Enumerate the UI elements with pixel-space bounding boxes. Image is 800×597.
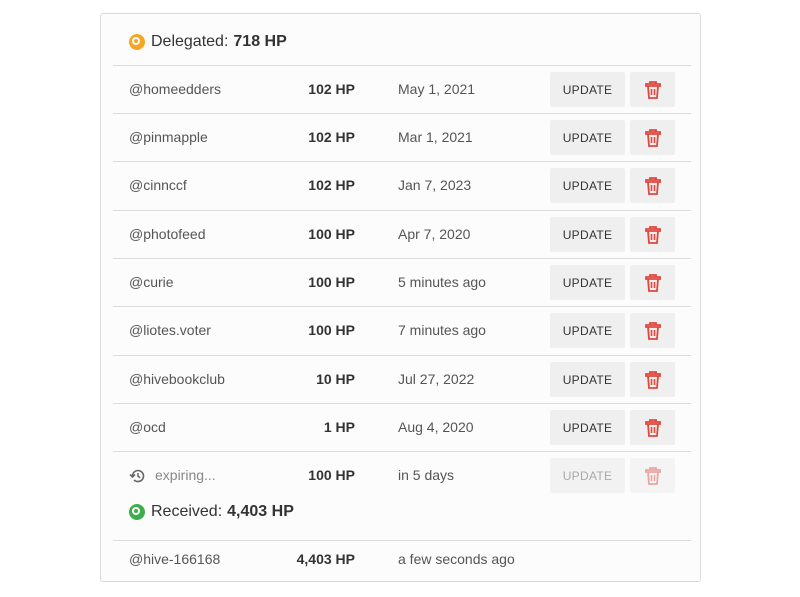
delegation-amount: 100 HP [308,467,355,483]
delegation-amount: 1 HP [323,419,355,435]
delegation-row: @cinnccf 102 HP Jan 7, 2023 UPDATE [113,161,691,209]
delegated-title: Delegated: [151,33,229,50]
expiring-delegation-row: expiring... 100 HP in 5 days UPDATE [113,451,691,499]
delegation-amount: 102 HP [308,129,355,145]
delegation-row: @ocd 1 HP Aug 4, 2020 UPDATE [113,403,691,451]
delegation-date: May 1, 2021 [398,81,476,97]
delegation-row: @homeedders 102 HP May 1, 2021 UPDATE [113,65,691,113]
delegatee-name[interactable]: @hivebookclub [129,356,225,403]
delegation-date: Jan 7, 2023 [398,177,472,193]
trash-icon [644,321,661,340]
delete-button[interactable] [630,72,675,107]
delegation-row: @photofeed 100 HP Apr 7, 2020 UPDATE [113,210,691,258]
delete-button[interactable] [630,168,675,203]
trash-icon [644,273,661,292]
delegatee-name[interactable]: @photofeed [129,211,206,258]
delegation-date: Jul 27, 2022 [398,371,475,387]
delegation-row: @curie 100 HP 5 minutes ago UPDATE [113,258,691,306]
received-total: 4,403 HP [227,503,294,520]
received-ring-icon [129,504,145,520]
delegated-header: Delegated: 718 HP [129,30,287,54]
delete-button[interactable] [630,313,675,348]
delegatee-name[interactable]: @cinnccf [129,162,187,209]
delegatee-name[interactable]: @homeedders [129,66,221,113]
history-icon [129,469,145,482]
delete-button-disabled [630,458,675,493]
delegator-name[interactable]: @hive-166168 [129,541,220,578]
update-button[interactable]: UPDATE [550,72,625,107]
delete-button[interactable] [630,120,675,155]
delegation-date: Aug 4, 2020 [398,419,474,435]
delegated-ring-icon [129,34,145,50]
delegation-amount: 100 HP [308,226,355,242]
update-button[interactable]: UPDATE [550,265,625,300]
update-button[interactable]: UPDATE [550,410,625,445]
delegatee-name[interactable]: @ocd [129,404,166,451]
trash-icon [644,418,661,437]
delete-button[interactable] [630,362,675,397]
update-button[interactable]: UPDATE [550,120,625,155]
received-title: Received: [151,503,223,520]
delegations-card: Delegated: 718 HP @homeedders 102 HP May… [100,13,701,582]
expiring-label: expiring... [155,467,216,483]
received-amount: 4,403 HP [296,551,355,567]
received-header: Received: 4,403 HP [129,500,294,524]
trash-icon [644,225,661,244]
delegatee-name[interactable]: @liotes.voter [129,307,211,354]
update-button[interactable]: UPDATE [550,313,625,348]
delete-button[interactable] [630,410,675,445]
update-button[interactable]: UPDATE [550,168,625,203]
delegation-amount: 100 HP [308,274,355,290]
delegatee-name[interactable]: @curie [129,259,174,306]
trash-icon [644,176,661,195]
trash-icon [644,128,661,147]
update-button[interactable]: UPDATE [550,217,625,252]
delegation-amount: 102 HP [308,81,355,97]
delegation-row: @hivebookclub 10 HP Jul 27, 2022 UPDATE [113,355,691,403]
delegation-amount: 102 HP [308,177,355,193]
delegation-row: @pinmapple 102 HP Mar 1, 2021 UPDATE [113,113,691,161]
update-button[interactable]: UPDATE [550,362,625,397]
delegation-amount: 100 HP [308,322,355,338]
delegation-date: Apr 7, 2020 [398,226,471,242]
expiring-status: expiring... [129,452,216,499]
received-date: a few seconds ago [398,551,515,567]
delegation-date: in 5 days [398,467,455,483]
received-row: @hive-166168 4,403 HP a few seconds ago [113,540,691,582]
delegated-total: 718 HP [233,33,287,50]
delegatee-name[interactable]: @pinmapple [129,114,208,161]
update-button-disabled: UPDATE [550,458,625,493]
delegation-date: Mar 1, 2021 [398,129,473,145]
trash-icon [644,466,661,485]
trash-icon [644,80,661,99]
delete-button[interactable] [630,217,675,252]
delegation-date: 5 minutes ago [398,274,486,290]
delegation-amount: 10 HP [316,371,355,387]
trash-icon [644,370,661,389]
delegation-date: 7 minutes ago [398,322,486,338]
delegation-row: @liotes.voter 100 HP 7 minutes ago UPDAT… [113,306,691,354]
delete-button[interactable] [630,265,675,300]
